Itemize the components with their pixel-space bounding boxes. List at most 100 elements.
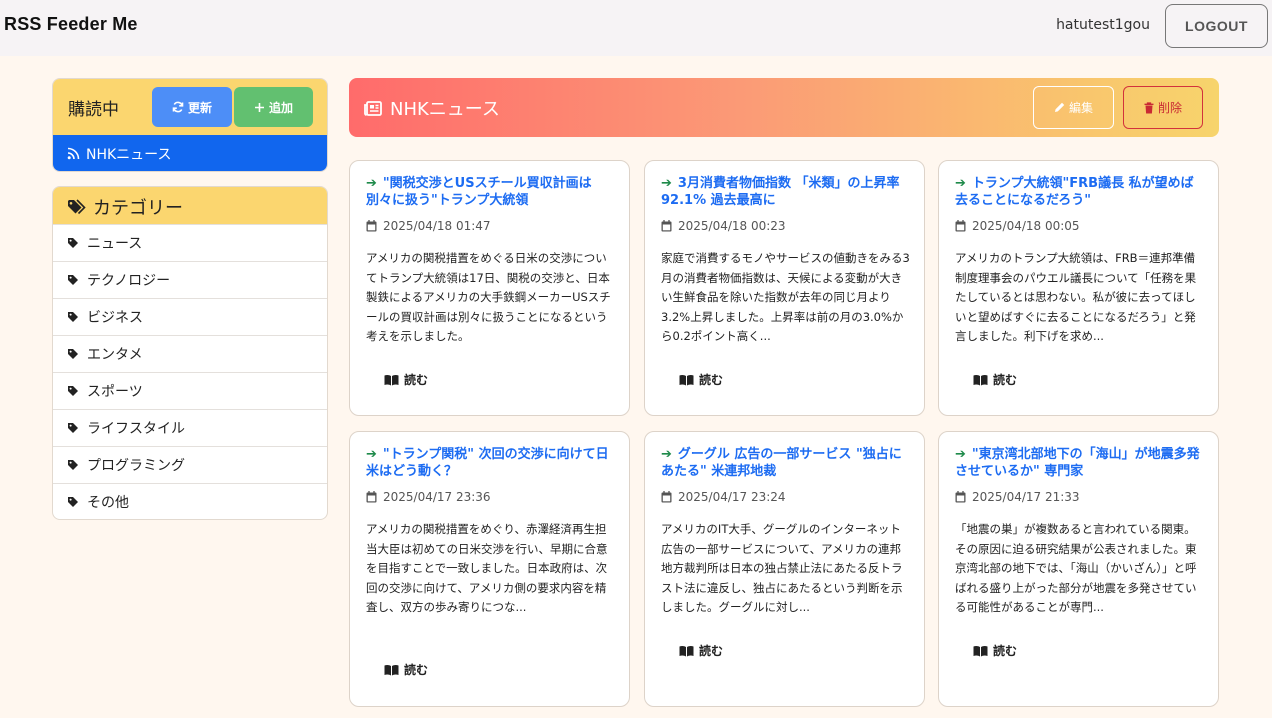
tag-icon: [67, 459, 79, 471]
article-card: ➔ 3月消費者物価指数 「米類」の上昇率92.1% 過去最高に 2025/04/1…: [644, 160, 925, 416]
arrow-right-icon: ➔: [661, 176, 672, 191]
book-open-icon: [384, 374, 399, 386]
read-label: 読む: [993, 644, 1018, 658]
category-item-technology[interactable]: テクノロジー: [53, 261, 327, 298]
arrow-right-icon: ➔: [366, 176, 377, 191]
book-open-icon: [973, 645, 988, 657]
article-title-link[interactable]: ➔ "関税交渉とUSスチール買収計画は別々に扱う"トランプ大統領: [366, 175, 615, 209]
feed-item-nhk[interactable]: NHKニュース: [53, 135, 327, 171]
read-button[interactable]: 読む: [973, 642, 1017, 659]
article-card: ➔ "関税交渉とUSスチール買収計画は別々に扱う"トランプ大統領 2025/04/…: [349, 160, 630, 416]
tags-icon: [67, 199, 87, 215]
article-card: ➔ グーグル 広告の一部サービス "独占にあたる" 米連邦地裁 2025/04/1…: [644, 431, 925, 707]
category-item-other[interactable]: その他: [53, 483, 327, 519]
category-label: ニュース: [87, 236, 143, 252]
article-card: ➔ トランプ大統領"FRB議長 私が望めば去ることになるだろう" 2025/04/…: [938, 160, 1219, 416]
article-title-link[interactable]: ➔ トランプ大統領"FRB議長 私が望めば去ることになるだろう": [955, 175, 1204, 209]
article-title: "東京湾北部地下の「海山」が地震多発させているか" 専門家: [955, 447, 1200, 479]
calendar-icon: [661, 220, 672, 232]
article-summary: アメリカのトランプ大統領は、FRB＝連邦準備制度理事会のパウエル議長について「任…: [955, 251, 1197, 343]
article-title-link[interactable]: ➔ グーグル 広告の一部サービス "独占にあたる" 米連邦地裁: [661, 446, 910, 480]
category-label: テクノロジー: [87, 273, 171, 289]
article-date: 2025/04/18 00:23: [678, 219, 786, 233]
article-date-row: 2025/04/18 00:23: [661, 219, 786, 233]
delete-feed-button[interactable]: 削除: [1123, 86, 1203, 129]
article-summary: アメリカの関税措置をめぐる日米の交渉についてトランプ大統領は17日、関税の交渉と…: [366, 251, 611, 343]
book-open-icon: [384, 664, 399, 676]
tag-icon: [67, 237, 79, 249]
feed-header: NHKニュース 編集 削除: [349, 78, 1219, 137]
article-date: 2025/04/17 21:33: [972, 490, 1080, 504]
category-item-business[interactable]: ビジネス: [53, 298, 327, 335]
article-title-link[interactable]: ➔ "東京湾北部地下の「海山」が地震多発させているか" 専門家: [955, 446, 1204, 480]
refresh-label: 更新: [187, 100, 212, 115]
category-item-lifestyle[interactable]: ライフスタイル: [53, 409, 327, 446]
category-item-sports[interactable]: スポーツ: [53, 372, 327, 409]
edit-feed-button[interactable]: 編集: [1033, 86, 1114, 129]
refresh-button[interactable]: 更新: [152, 87, 232, 127]
tag-icon: [67, 348, 79, 360]
calendar-icon: [955, 491, 966, 503]
arrow-right-icon: ➔: [366, 447, 377, 462]
pencil-icon: [1054, 102, 1065, 113]
tag-icon: [67, 422, 79, 434]
article-date-row: 2025/04/17 21:33: [955, 490, 1080, 504]
category-item-entertainment[interactable]: エンタメ: [53, 335, 327, 372]
add-label: 追加: [268, 100, 293, 115]
category-label: エンタメ: [87, 347, 143, 363]
read-button[interactable]: 読む: [384, 371, 428, 388]
article-date-row: 2025/04/18 00:05: [955, 219, 1080, 233]
article-summary: アメリカの関税措置をめぐり、赤澤経済再生担当大臣は初めての日米交渉を行い、早期に…: [366, 522, 608, 614]
plus-icon: [254, 102, 265, 113]
article-title: "トランプ関税" 次回の交渉に向けて日米はどう動く？: [366, 447, 609, 479]
book-open-icon: [679, 645, 694, 657]
read-label: 読む: [404, 373, 429, 387]
read-button[interactable]: 読む: [679, 642, 723, 659]
feed-item-label: NHKニュース: [86, 146, 172, 163]
newspaper-icon: [364, 100, 382, 116]
article-date: 2025/04/18 00:05: [972, 219, 1080, 233]
feed-title-wrap: NHKニュース: [364, 95, 500, 121]
arrow-right-icon: ➔: [955, 176, 966, 191]
arrow-right-icon: ➔: [661, 447, 672, 462]
article-date: 2025/04/17 23:36: [383, 490, 491, 504]
read-button[interactable]: 読む: [384, 661, 428, 678]
article-title-link[interactable]: ➔ "トランプ関税" 次回の交渉に向けて日米はどう動く？: [366, 446, 615, 480]
refresh-icon: [172, 101, 184, 113]
book-open-icon: [973, 374, 988, 386]
article-date-row: 2025/04/18 01:47: [366, 219, 491, 233]
read-button[interactable]: 読む: [679, 371, 723, 388]
subscriptions-panel: 購読中 更新 追加 NHKニュース: [52, 78, 328, 172]
article-card: ➔ "トランプ関税" 次回の交渉に向けて日米はどう動く？ 2025/04/17 2…: [349, 431, 630, 707]
username: hatutest1gou: [1056, 17, 1150, 33]
category-item-news[interactable]: ニュース: [53, 224, 327, 261]
top-navbar: RSS Feeder Me hatutest1gou LOGOUT: [0, 0, 1272, 56]
categories-header: カテゴリー: [53, 187, 327, 224]
article-title: トランプ大統領"FRB議長 私が望めば去ることになるだろう": [955, 176, 1194, 208]
calendar-icon: [955, 220, 966, 232]
read-label: 読む: [699, 644, 724, 658]
app-brand[interactable]: RSS Feeder Me: [4, 14, 138, 35]
article-date-row: 2025/04/17 23:24: [661, 490, 786, 504]
subscriptions-title: 購読中: [68, 100, 119, 120]
tag-icon: [67, 496, 79, 508]
article-title-link[interactable]: ➔ 3月消費者物価指数 「米類」の上昇率92.1% 過去最高に: [661, 175, 910, 209]
subscriptions-header: 購読中 更新 追加: [53, 79, 327, 135]
categories-title-wrap: カテゴリー: [67, 194, 183, 220]
category-item-programming[interactable]: プログラミング: [53, 446, 327, 483]
logout-button[interactable]: LOGOUT: [1165, 4, 1268, 48]
calendar-icon: [366, 491, 377, 503]
trash-icon: [1144, 101, 1154, 114]
feed-title: NHKニュース: [390, 99, 500, 120]
categories-panel: カテゴリー ニュース テクノロジー ビジネス エンタメ スポーツ ライフスタイル…: [52, 186, 328, 520]
category-label: プログラミング: [87, 458, 185, 474]
tag-icon: [67, 385, 79, 397]
article-date: 2025/04/17 23:24: [678, 490, 786, 504]
article-card: ➔ "東京湾北部地下の「海山」が地震多発させているか" 専門家 2025/04/1…: [938, 431, 1219, 707]
tag-icon: [67, 274, 79, 286]
add-feed-button[interactable]: 追加: [234, 87, 313, 127]
edit-label: 編集: [1068, 101, 1093, 115]
article-date: 2025/04/18 01:47: [383, 219, 491, 233]
article-title: 3月消費者物価指数 「米類」の上昇率92.1% 過去最高に: [661, 176, 900, 208]
read-button[interactable]: 読む: [973, 371, 1017, 388]
